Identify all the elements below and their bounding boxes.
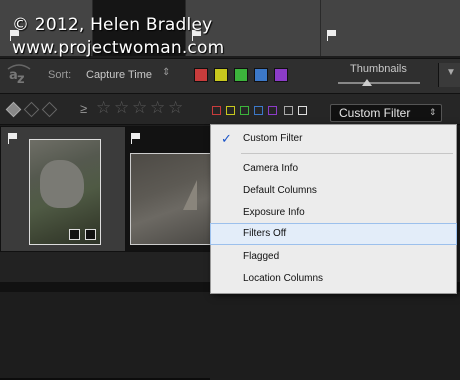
menu-separator [241,153,453,154]
watermark-copyright: © 2012, Helen Bradley [12,15,213,35]
checkmark-icon: ✓ [221,131,232,146]
library-filter-bar: ≥ ☆ ☆ ☆ ☆ ☆ Custom Filter ⇕ [0,94,460,125]
menu-item-label: Flagged [243,251,280,262]
grid-cell[interactable] [0,126,126,252]
library-toolbar: a z Sort: Capture Time ⇕ Thumbnails ▼ [0,58,460,94]
menu-item-custom-filter[interactable]: ✓ Custom Filter [211,129,456,149]
thumbnails-slider-handle[interactable] [361,79,372,86]
menu-item-label: Custom Filter [243,133,303,144]
color-filter-blue[interactable] [254,106,263,115]
menu-item-default-columns[interactable]: Default Columns [211,181,456,201]
menu-item-filters-off[interactable]: Filters Off [210,223,457,245]
menu-item-location-columns[interactable]: Location Columns [211,269,456,289]
svg-text:z: z [17,72,25,87]
color-filter-other[interactable] [284,106,293,115]
stack-badge-icon[interactable] [69,229,80,240]
menu-item-label: Exposure Info [243,207,305,218]
chevron-down-icon: ▼ [446,67,456,78]
rating-operator[interactable]: ≥ [80,101,87,116]
star-icon[interactable]: ☆ [150,98,165,118]
color-filter-yellow[interactable] [226,106,235,115]
sort-az-icon[interactable]: a z [6,63,32,87]
color-label-green[interactable] [234,68,248,82]
color-label-purple[interactable] [274,68,288,82]
sort-label: Sort: [48,69,72,81]
top-cell[interactable] [321,0,460,56]
color-label-yellow[interactable] [214,68,228,82]
menu-item-label: Location Columns [243,273,324,284]
flag-icon[interactable] [131,133,140,144]
chevron-updown-icon[interactable]: ⇕ [162,67,170,78]
toolbar-menu-button[interactable]: ▼ [438,63,460,87]
thumbnails-slider-track[interactable] [338,82,420,84]
flag-filter-flagged-icon[interactable] [5,101,22,118]
grid-cell[interactable] [125,126,217,252]
custom-filter-dropdown[interactable]: Custom Filter ⇕ [330,104,442,122]
flag-icon[interactable] [327,30,336,41]
rhino-photo-thumbnail[interactable] [130,153,214,245]
watermark-url: www.projectwoman.com [12,38,225,58]
star-icon[interactable]: ☆ [168,98,183,118]
menu-item-camera-info[interactable]: Camera Info [211,159,456,179]
color-label-blue[interactable] [254,68,268,82]
color-filter-red[interactable] [212,106,221,115]
menu-item-exposure-info[interactable]: Exposure Info [211,203,456,223]
menu-item-flagged[interactable]: Flagged [211,247,456,267]
color-filter-none[interactable] [298,106,307,115]
photo-content [40,160,84,208]
color-filter-purple[interactable] [268,106,277,115]
star-icon[interactable]: ☆ [114,98,129,118]
custom-filter-label: Custom Filter [339,106,411,120]
filter-preset-menu: ✓ Custom Filter Camera Info Default Colu… [210,124,457,294]
sort-dropdown[interactable]: Capture Time [86,69,152,81]
menu-item-label: Default Columns [243,185,317,196]
thumbnails-label: Thumbnails [350,63,407,75]
menu-item-label: Filters Off [243,228,287,239]
star-icon[interactable]: ☆ [132,98,147,118]
develop-badge-icon[interactable] [85,229,96,240]
color-label-red[interactable] [194,68,208,82]
photo-content [183,180,197,210]
chevron-updown-icon: ⇕ [429,107,437,117]
flag-filter-unflagged-icon[interactable] [23,101,40,118]
menu-item-label: Camera Info [243,163,299,174]
flag-filter-rejected-icon[interactable] [41,101,58,118]
flag-icon[interactable] [8,133,17,144]
top-filmstrip: © 2012, Helen Bradley www.projectwoman.c… [0,0,460,58]
star-icon[interactable]: ☆ [96,98,111,118]
color-filter-green[interactable] [240,106,249,115]
